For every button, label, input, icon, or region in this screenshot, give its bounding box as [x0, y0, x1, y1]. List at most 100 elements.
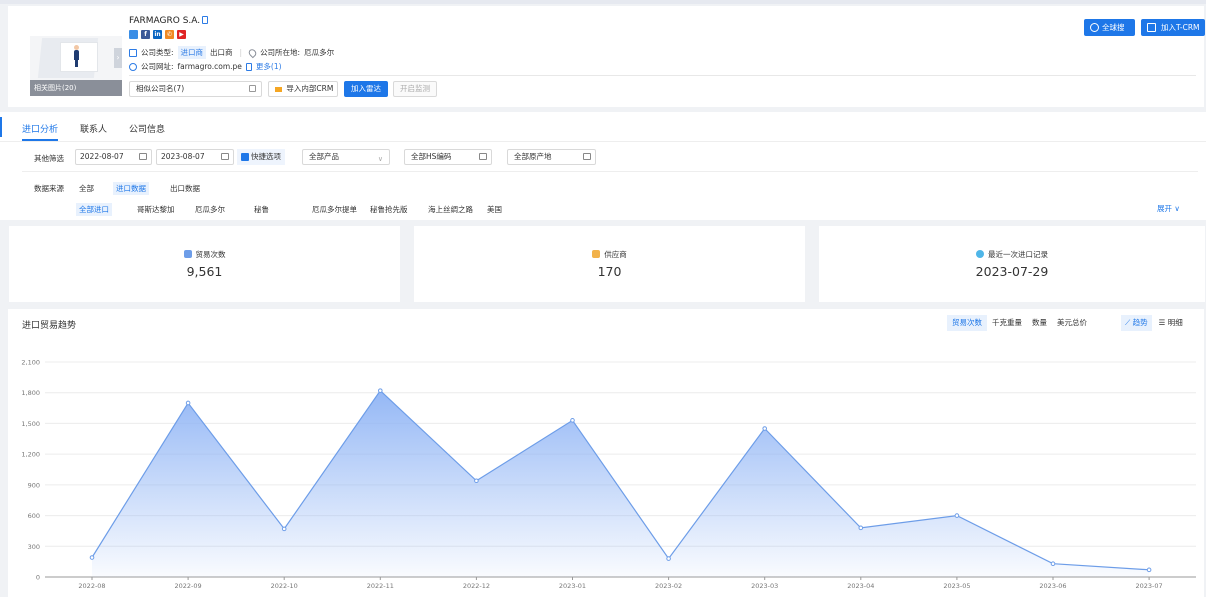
website-label: 公司网址:: [141, 62, 174, 71]
copy-icon: [479, 153, 487, 160]
country-usa[interactable]: 美国: [484, 203, 505, 216]
data-point[interactable]: [378, 388, 383, 393]
metric-usd-total[interactable]: 美元总价: [1052, 315, 1092, 331]
social-links: f in ✆ ▶: [129, 30, 186, 39]
country-costa-rica[interactable]: 哥斯达黎加: [134, 203, 178, 216]
stat-card-trade-count: 贸易次数 9,561: [9, 226, 400, 302]
hs-code-select[interactable]: 全部HS编码: [404, 149, 492, 165]
y-tick-label: 1,800: [21, 389, 40, 397]
quick-options-button[interactable]: 快捷选项: [237, 149, 285, 165]
linkedin-icon[interactable]: in: [153, 30, 162, 39]
data-point[interactable]: [666, 556, 671, 561]
more-websites-link[interactable]: 更多(1): [256, 61, 282, 72]
related-pictures-label[interactable]: 相关图片(20): [30, 80, 122, 96]
crm-icon: [1147, 23, 1156, 32]
location-label: 公司所在地:: [260, 48, 301, 57]
data-point[interactable]: [185, 400, 191, 406]
data-point[interactable]: [89, 555, 95, 560]
date-end-input[interactable]: 2023-08-07: [156, 149, 234, 165]
y-tick-label: 600: [28, 512, 40, 520]
x-tick-label: 2023-05: [943, 582, 970, 590]
country-maritime-silk-road[interactable]: 海上丝绸之路: [425, 203, 476, 216]
globe-icon: [1090, 23, 1099, 32]
stat-title: 贸易次数: [195, 250, 226, 259]
company-image-carousel[interactable]: ›: [30, 36, 122, 80]
data-point[interactable]: [1050, 561, 1056, 566]
country-all-import[interactable]: 全部进口: [76, 203, 112, 216]
import-crm-button[interactable]: 导入内部CRM: [268, 81, 338, 97]
tab-company-info[interactable]: 公司信息: [129, 122, 165, 135]
stat-title: 最近一次进口记录: [988, 250, 1048, 259]
tab-import-analysis[interactable]: 进口分析: [22, 122, 58, 135]
bar-chart-icon: [183, 250, 192, 258]
metric-quantity[interactable]: 数量: [1027, 315, 1052, 331]
expand-button[interactable]: 展开 ∨: [1157, 203, 1180, 214]
date-start-input[interactable]: 2022-08-07: [75, 149, 152, 165]
origin-select[interactable]: 全部原产地: [507, 149, 596, 165]
chevron-right-icon[interactable]: ›: [114, 48, 122, 68]
country-ecuador-bl[interactable]: 厄瓜多尔提单: [309, 203, 360, 216]
company-type-label: 公司类型:: [141, 48, 174, 57]
data-point[interactable]: [1146, 567, 1152, 573]
warehouse-icon: [592, 250, 601, 258]
add-tcrm-button[interactable]: 加入T-CRM: [1141, 19, 1205, 36]
data-point[interactable]: [281, 526, 287, 532]
country-peru-early[interactable]: 秘鲁抢先版: [367, 203, 411, 216]
calendar-icon: [221, 153, 229, 160]
y-tick-label: 1,500: [21, 420, 40, 428]
source-export[interactable]: 出口数据: [167, 182, 203, 195]
y-tick-label: 900: [28, 481, 40, 489]
data-point[interactable]: [954, 513, 960, 518]
x-tick-label: 2023-01: [559, 582, 586, 590]
view-detail[interactable]: ☰ 明细: [1155, 315, 1187, 331]
calendar-icon: [139, 153, 147, 160]
view-toggle-group: ⟋ 趋势 ☰ 明细: [1121, 315, 1187, 331]
country-ecuador[interactable]: 厄瓜多尔: [192, 203, 228, 216]
website-value[interactable]: farmagro.com.pe: [178, 62, 242, 71]
chevron-down-icon: ∨: [377, 155, 383, 163]
data-point[interactable]: [570, 418, 575, 423]
copy-icon[interactable]: [245, 62, 252, 71]
location-value: 厄瓜多尔: [304, 48, 335, 57]
top-strip: [0, 0, 1206, 4]
clock-icon: [976, 250, 984, 258]
analysis-panel: 进口分析 联系人 公司信息 其他筛选 2022-08-07 2023-08-07…: [0, 112, 1206, 220]
import-trend-card: 0 300 600 900 1,200 1,500 1,800 2,100 2022-08 202…: [8, 309, 1204, 597]
similar-companies-dropdown[interactable]: 相似公司名(7): [129, 81, 262, 97]
copy-icon[interactable]: [202, 16, 208, 24]
global-search-button[interactable]: 全球搜: [1084, 19, 1135, 36]
line-chart-icon: ⟋: [1125, 318, 1133, 327]
data-point[interactable]: [858, 525, 864, 531]
data-point[interactable]: [762, 426, 768, 431]
country-peru[interactable]: 秘鲁: [251, 203, 272, 216]
tab-contacts[interactable]: 联系人: [80, 122, 107, 135]
phone-icon[interactable]: ✆: [165, 30, 174, 39]
youtube-icon[interactable]: ▶: [177, 30, 186, 39]
start-monitor-button[interactable]: 开启监测: [393, 81, 437, 97]
location-icon: [247, 47, 258, 58]
metric-weight-kg[interactable]: 千克重量: [987, 315, 1027, 331]
source-import[interactable]: 进口数据: [113, 182, 149, 195]
data-point[interactable]: [474, 478, 479, 484]
metric-trade-count[interactable]: 贸易次数: [947, 315, 987, 331]
stat-title: 供应商: [604, 250, 627, 259]
stat-card-suppliers: 供应商 170: [414, 226, 805, 302]
folder-icon: [275, 86, 282, 92]
company-type-icon: [129, 48, 137, 57]
source-all[interactable]: 全部: [76, 182, 97, 195]
view-trend[interactable]: ⟋ 趋势: [1121, 315, 1152, 331]
y-tick-label: 1,200: [21, 451, 40, 459]
x-tick-label: 2023-04: [847, 582, 874, 590]
x-tick-label: 2022-10: [271, 582, 298, 590]
other-filters-label: 其他筛选: [34, 154, 64, 163]
company-website-row: 公司网址: farmagro.com.pe 更多(1): [129, 61, 282, 72]
image-icon[interactable]: [129, 30, 138, 39]
add-radar-button[interactable]: 加入雷达: [344, 81, 388, 97]
product-select[interactable]: 全部产品 ∨: [302, 149, 390, 165]
facebook-icon[interactable]: f: [141, 30, 150, 39]
company-meta-row: 公司类型: 进口商 出口商 | 公司所在地: 厄瓜多尔: [129, 46, 334, 59]
stat-value: 2023-07-29: [975, 264, 1049, 279]
x-tick-label: 2022-09: [175, 582, 202, 590]
x-tick-label: 2023-06: [1039, 582, 1066, 590]
list-icon: ☰: [1158, 318, 1168, 327]
